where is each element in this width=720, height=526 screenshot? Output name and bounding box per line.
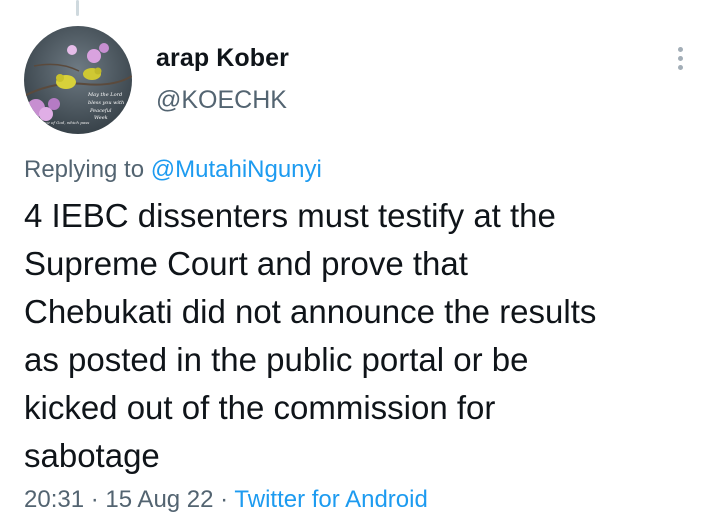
replying-to-line: Replying to @MutahiNgunyi [24,156,322,184]
meta-separator: · [84,486,106,513]
svg-text:Peaceful: Peaceful [89,108,112,114]
tweet-date[interactable]: 15 Aug 22 [105,486,213,513]
avatar[interactable]: May the Lord bless you with Peaceful Wee… [24,26,132,134]
author-display-name[interactable]: arap Kober [156,44,289,73]
mention-link[interactable]: @MutahiNgunyi [151,156,322,183]
svg-text:the peace of God, which pass: the peace of God, which pass [30,120,89,125]
svg-text:bless you with: bless you with [88,100,124,106]
more-vertical-icon [677,55,683,61]
svg-text:May the Lord: May the Lord [87,92,122,98]
tweet-metadata: 20:31 · 15 Aug 22 · Twitter for Android [24,486,428,514]
more-vertical-icon [677,46,683,52]
tweet-text: 4 IEBC dissenters must testify at the Su… [24,197,597,474]
avatar-flowers-birds-icon: May the Lord bless you with Peaceful Wee… [24,26,132,134]
more-options-button[interactable] [664,40,696,76]
replying-to-label: Replying to [24,156,151,183]
tweet-source-link[interactable]: Twitter for Android [234,486,427,513]
author-handle[interactable]: @KOECHK [156,86,287,115]
more-vertical-icon [677,64,683,70]
tweet-time[interactable]: 20:31 [24,486,84,513]
svg-text:Week: Week [94,115,108,121]
meta-separator: · [213,486,235,513]
thread-connector-line [76,0,79,16]
